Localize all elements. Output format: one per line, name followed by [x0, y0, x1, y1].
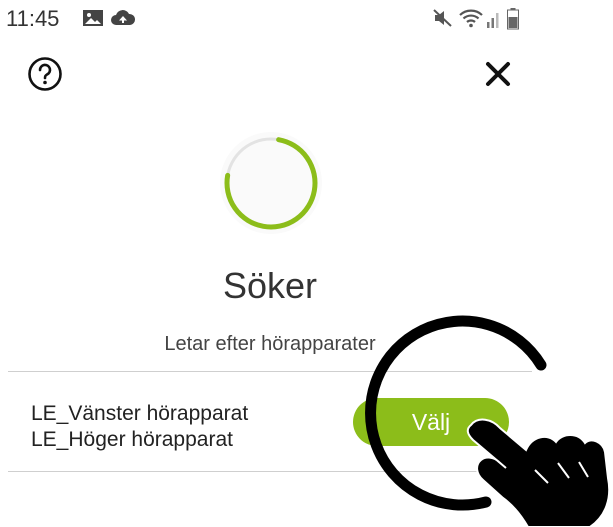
device-right-label: LE_Höger hörapparat — [31, 428, 233, 451]
close-icon[interactable] — [482, 58, 514, 90]
battery-icon — [507, 8, 519, 30]
status-bar: 11:45 — [0, 0, 613, 40]
mute-icon — [433, 9, 452, 27]
divider-bottom — [8, 471, 532, 472]
image-icon — [83, 10, 103, 26]
status-time: 11:45 — [6, 6, 60, 31]
search-title: Söker — [222, 265, 318, 306]
progress-spinner — [220, 132, 322, 234]
search-subtitle: Letar efter hörapparater — [164, 333, 376, 355]
device-left-label: LE_Vänster hörapparat — [31, 402, 249, 425]
wifi-icon — [459, 9, 483, 28]
select-button[interactable]: Välj — [353, 398, 509, 446]
select-button-label: Välj — [411, 408, 451, 435]
help-circle-icon[interactable] — [27, 56, 63, 92]
cloud-upload-icon — [111, 10, 136, 25]
divider-top — [8, 371, 532, 372]
signal-icon — [487, 13, 499, 28]
